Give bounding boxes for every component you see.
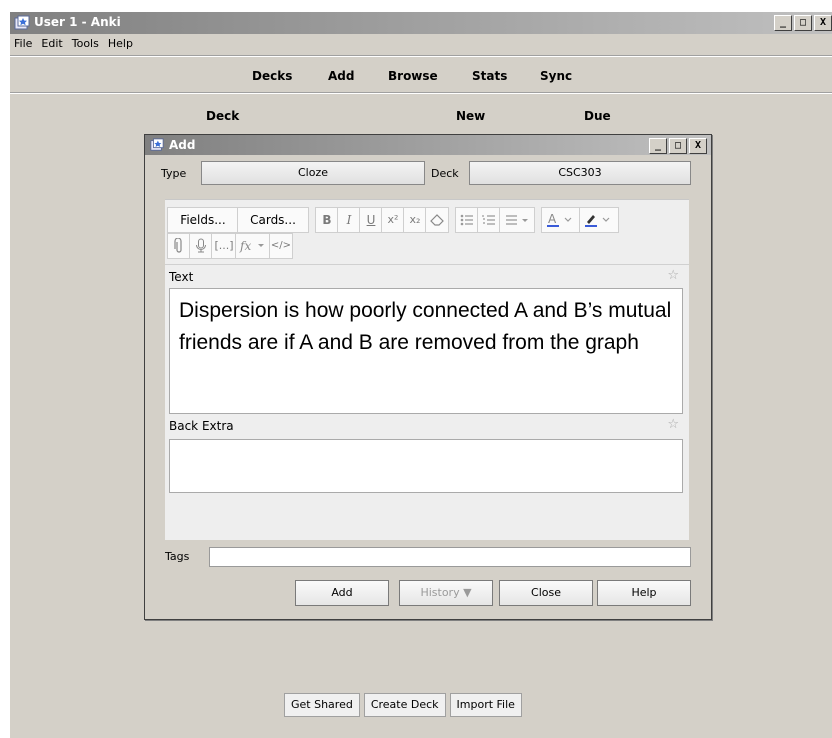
pin-icon[interactable]: ☆ bbox=[667, 417, 679, 432]
superscript-button[interactable]: x² bbox=[381, 207, 405, 233]
field-label-back-extra: Back Extra bbox=[169, 419, 234, 433]
deck-browser-buttons: Get Shared Create Deck Import File bbox=[284, 693, 522, 717]
close-dialog-button[interactable]: Close bbox=[499, 580, 593, 606]
unordered-list-button[interactable] bbox=[455, 207, 479, 233]
minimize-button[interactable]: _ bbox=[774, 15, 792, 31]
numbered-list-icon bbox=[482, 215, 495, 225]
toolbar-sync-link[interactable]: Sync bbox=[540, 69, 572, 83]
get-shared-button[interactable]: Get Shared bbox=[284, 693, 360, 717]
subscript-button[interactable]: x₂ bbox=[403, 207, 427, 233]
deck-label: Deck bbox=[431, 167, 459, 180]
highlighter-icon bbox=[585, 215, 610, 227]
new-column-header: New bbox=[456, 109, 486, 123]
anki-app-icon bbox=[14, 15, 30, 30]
note-type-selector[interactable]: Cloze bbox=[201, 161, 425, 185]
history-button[interactable]: History ▼ bbox=[399, 580, 493, 606]
microphone-icon bbox=[196, 238, 206, 253]
align-icon bbox=[506, 215, 528, 225]
clear-format-button[interactable] bbox=[425, 207, 449, 233]
due-column-header: Due bbox=[584, 109, 611, 123]
function-icon: fx bbox=[239, 239, 264, 253]
maximize-button[interactable]: □ bbox=[794, 15, 812, 31]
dialog-minimize-button[interactable]: _ bbox=[649, 138, 667, 154]
add-button[interactable]: Add bbox=[295, 580, 389, 606]
close-button[interactable]: X bbox=[814, 15, 832, 31]
toolbar-stats-link[interactable]: Stats bbox=[472, 69, 507, 83]
toolbar-browse-link[interactable]: Browse bbox=[388, 69, 438, 83]
note-editor: Fields... Cards... B I U x² x₂ A [...] f… bbox=[165, 199, 689, 540]
main-window: User 1 - Anki _ □ X File Edit Tools Help… bbox=[10, 12, 832, 738]
text-field[interactable]: Dispersion is how poorly connected A and… bbox=[169, 288, 683, 414]
text-color-button[interactable]: A bbox=[541, 207, 581, 233]
deck-column-header: Deck bbox=[206, 109, 240, 123]
tags-label: Tags bbox=[165, 550, 190, 563]
attach-button[interactable] bbox=[167, 233, 191, 259]
main-window-title: User 1 - Anki bbox=[34, 15, 121, 29]
dialog-close-button[interactable]: X bbox=[689, 138, 707, 154]
cloze-button[interactable]: [...] bbox=[211, 233, 237, 259]
dialog-window-controls: _ □ X bbox=[649, 138, 707, 154]
add-dialog-title-bar[interactable]: Add _ □ X bbox=[145, 135, 711, 155]
back-extra-field[interactable] bbox=[169, 439, 683, 493]
math-dropdown[interactable]: fx bbox=[235, 233, 271, 259]
text-color-icon: A bbox=[547, 212, 572, 227]
italic-button[interactable]: I bbox=[337, 207, 361, 233]
ordered-list-button[interactable] bbox=[477, 207, 501, 233]
tags-input[interactable] bbox=[209, 547, 691, 567]
svg-text:fx: fx bbox=[239, 239, 251, 253]
deck-selector[interactable]: CSC303 bbox=[469, 161, 691, 185]
bold-button[interactable]: B bbox=[315, 207, 339, 233]
type-label: Type bbox=[161, 167, 187, 180]
add-note-dialog: Add _ □ X Type Cloze Deck CSC303 Fields.… bbox=[144, 134, 712, 620]
fields-button[interactable]: Fields... bbox=[167, 207, 239, 233]
dialog-maximize-button[interactable]: □ bbox=[669, 138, 687, 154]
menu-file[interactable]: File bbox=[10, 35, 37, 53]
toolbar-divider bbox=[10, 92, 832, 94]
main-toolbar: Decks Add Browse Stats Sync bbox=[10, 65, 832, 91]
eraser-icon bbox=[430, 214, 444, 226]
html-editor-button[interactable]: </> bbox=[269, 233, 293, 259]
add-dialog-title: Add bbox=[169, 138, 196, 152]
create-deck-button[interactable]: Create Deck bbox=[363, 693, 446, 717]
record-audio-button[interactable] bbox=[189, 233, 213, 259]
main-title-bar[interactable]: User 1 - Anki _ □ X bbox=[10, 12, 832, 34]
alignment-dropdown[interactable] bbox=[499, 207, 535, 233]
toolbar-add-link[interactable]: Add bbox=[328, 69, 354, 83]
svg-text:A: A bbox=[548, 212, 557, 226]
toolbar-decks-link[interactable]: Decks bbox=[252, 69, 292, 83]
menu-tools[interactable]: Tools bbox=[68, 35, 104, 53]
menu-edit[interactable]: Edit bbox=[37, 35, 67, 53]
cards-button[interactable]: Cards... bbox=[237, 207, 309, 233]
highlight-color-button[interactable] bbox=[579, 207, 619, 233]
menu-divider bbox=[10, 55, 832, 57]
field-label-text: Text bbox=[169, 270, 194, 284]
paperclip-icon bbox=[174, 237, 182, 253]
bullet-list-icon bbox=[460, 214, 473, 226]
import-file-button[interactable]: Import File bbox=[449, 693, 522, 717]
underline-button[interactable]: U bbox=[359, 207, 383, 233]
menu-help[interactable]: Help bbox=[104, 35, 138, 53]
editor-toolbar-divider bbox=[165, 264, 689, 265]
menu-bar: File Edit Tools Help bbox=[10, 35, 832, 53]
anki-app-icon bbox=[150, 138, 164, 151]
main-window-controls: _ □ X bbox=[774, 15, 832, 31]
pin-icon[interactable]: ☆ bbox=[667, 268, 679, 283]
help-button[interactable]: Help bbox=[597, 580, 691, 606]
